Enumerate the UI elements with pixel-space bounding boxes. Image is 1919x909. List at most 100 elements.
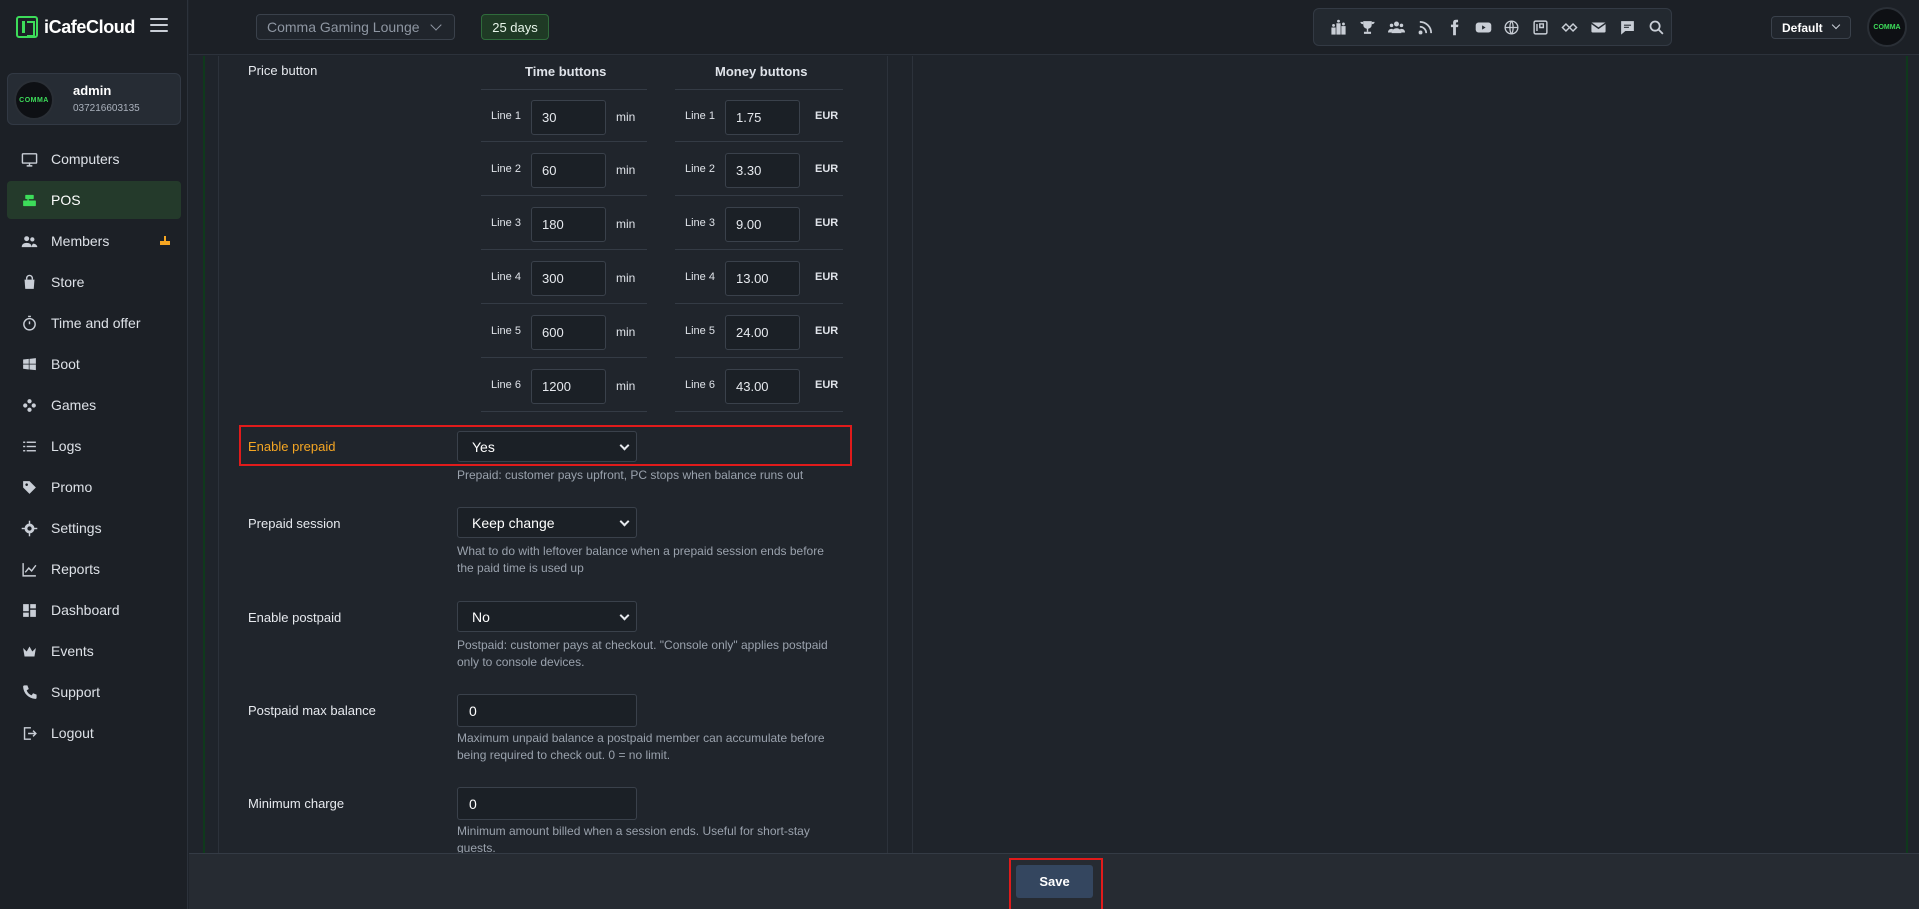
rss-icon[interactable]	[1411, 12, 1440, 42]
sidebar-item-logout[interactable]: Logout	[7, 714, 181, 752]
time-line-input[interactable]: 1200	[531, 369, 606, 404]
chat-icon[interactable]	[1613, 12, 1642, 42]
time-line-label: Line 3	[491, 217, 521, 229]
avatar-text: COMMA	[1873, 23, 1901, 31]
time-line-label: Line 4	[491, 271, 521, 283]
minimum-charge-help: Minimum amount billed when a session end…	[457, 824, 810, 853]
group-icon[interactable]	[1382, 12, 1411, 42]
money-line-input[interactable]: 13.00	[725, 261, 800, 296]
sidebar-item-members[interactable]: Members	[7, 222, 181, 260]
youtube-icon[interactable]	[1469, 12, 1498, 42]
chevron-down-icon	[430, 19, 442, 31]
app-logo[interactable]: iCafeCloud	[16, 14, 135, 40]
sidebar-item-promo[interactable]: Promo	[7, 468, 181, 506]
sidebar-item-label: Events	[51, 643, 94, 659]
windows-icon	[20, 355, 38, 373]
time-line-input[interactable]: 30	[531, 100, 606, 135]
time-unit-label: min	[616, 163, 636, 177]
time-line-row: Line 3 180 min	[481, 197, 647, 250]
users-icon	[20, 232, 38, 250]
sidebar-item-label: Time and offer	[51, 315, 141, 331]
sidebar-item-label: POS	[51, 192, 81, 208]
facebook-icon[interactable]	[1440, 12, 1469, 42]
lounge-select[interactable]: Comma Gaming Lounge	[256, 14, 455, 40]
sidebar-item-reports[interactable]: Reports	[7, 550, 181, 588]
mail-icon[interactable]	[1584, 12, 1613, 42]
money-line-label: Line 2	[685, 163, 715, 175]
time-line-input[interactable]: 300	[531, 261, 606, 296]
money-line-row: Line 3 9.00 EUR	[675, 197, 843, 250]
sidebar-item-dashboard[interactable]: Dashboard	[7, 591, 181, 629]
sidebar-item-games[interactable]: Games	[7, 386, 181, 424]
money-line-input[interactable]: 1.75	[725, 100, 800, 135]
subscription-days-badge[interactable]: 25 days	[481, 14, 549, 40]
money-buttons-header: Money buttons	[715, 64, 808, 79]
sidebar-item-support[interactable]: Support	[7, 673, 181, 711]
avatar: COMMA	[14, 80, 54, 120]
time-line-row: Line 5 600 min	[481, 305, 647, 358]
trophy-icon[interactable]	[1353, 12, 1382, 42]
sidebar-item-time-and-offer[interactable]: Time and offer	[7, 304, 181, 342]
time-unit-label: min	[616, 271, 636, 285]
money-line-label: Line 5	[685, 325, 715, 337]
profile-select[interactable]: Default	[1771, 16, 1851, 39]
sidebar-item-boot[interactable]: Boot	[7, 345, 181, 383]
money-line-row: Line 4 13.00 EUR	[675, 251, 843, 304]
time-unit-label: min	[616, 325, 636, 339]
avatar-text: COMMA	[19, 96, 49, 104]
save-button[interactable]: Save	[1016, 865, 1093, 898]
globe-icon[interactable]	[1498, 12, 1527, 42]
money-line-input[interactable]: 24.00	[725, 315, 800, 350]
stopwatch-icon	[20, 314, 38, 332]
money-line-label: Line 1	[685, 110, 715, 122]
chevron-down-icon	[619, 440, 630, 451]
handshake-icon[interactable]	[1555, 12, 1584, 42]
time-line-input[interactable]: 180	[531, 207, 606, 242]
enable-prepaid-select[interactable]: Yes	[457, 431, 637, 462]
money-line-label: Line 6	[685, 379, 715, 391]
leaderboard-icon[interactable]	[1324, 12, 1353, 42]
user-card[interactable]: COMMA admin 037216603135	[7, 73, 181, 125]
menu-toggle-icon[interactable]	[150, 18, 168, 32]
sidebar-item-pos[interactable]: POS	[7, 181, 181, 219]
chart-line-icon	[20, 560, 38, 578]
profile-select-value: Default	[1782, 20, 1823, 35]
prepaid-session-label: Prepaid session	[248, 516, 341, 531]
minimum-charge-input[interactable]: 0	[457, 787, 637, 820]
prepaid-session-select[interactable]: Keep change	[457, 507, 637, 538]
prepaid-session-value: Keep change	[472, 514, 555, 531]
icafecloud-logo-icon	[16, 16, 38, 38]
avatar[interactable]: COMMA	[1867, 7, 1907, 47]
sidebar-item-events[interactable]: Events	[7, 632, 181, 670]
sidebar-item-logs[interactable]: Logs	[7, 427, 181, 465]
time-line-row: Line 2 60 min	[481, 143, 647, 196]
logout-icon	[20, 724, 38, 742]
postpaid-max-balance-input[interactable]: 0	[457, 694, 637, 727]
time-line-label: Line 5	[491, 325, 521, 337]
sidebar-item-settings[interactable]: Settings	[7, 509, 181, 547]
icafe-icon[interactable]	[1526, 12, 1555, 42]
topbar: Comma Gaming Lounge 25 days Default COMM…	[189, 0, 1919, 55]
search-icon[interactable]	[1642, 12, 1671, 42]
cash-register-icon	[20, 191, 38, 209]
tag-icon	[20, 478, 38, 496]
time-line-label: Line 1	[491, 110, 521, 122]
currency-label: EUR	[815, 271, 839, 283]
list-icon	[20, 437, 38, 455]
enable-postpaid-select[interactable]: No	[457, 601, 637, 632]
money-line-input[interactable]: 43.00	[725, 369, 800, 404]
user-name: admin	[73, 83, 112, 98]
birthday-cake-icon	[160, 236, 170, 245]
phone-icon	[20, 683, 38, 701]
time-line-input[interactable]: 60	[531, 153, 606, 188]
sidebar-item-label: Promo	[51, 479, 93, 495]
dashboard-icon	[20, 601, 38, 619]
sidebar-item-label: Boot	[51, 356, 80, 372]
money-line-input[interactable]: 3.30	[725, 153, 800, 188]
sidebar-item-label: Games	[51, 397, 97, 413]
sidebar-item-computers[interactable]: Computers	[7, 140, 181, 178]
money-line-input[interactable]: 9.00	[725, 207, 800, 242]
time-line-input[interactable]: 600	[531, 315, 606, 350]
time-line-label: Line 6	[491, 379, 521, 391]
sidebar-item-store[interactable]: Store	[7, 263, 181, 301]
